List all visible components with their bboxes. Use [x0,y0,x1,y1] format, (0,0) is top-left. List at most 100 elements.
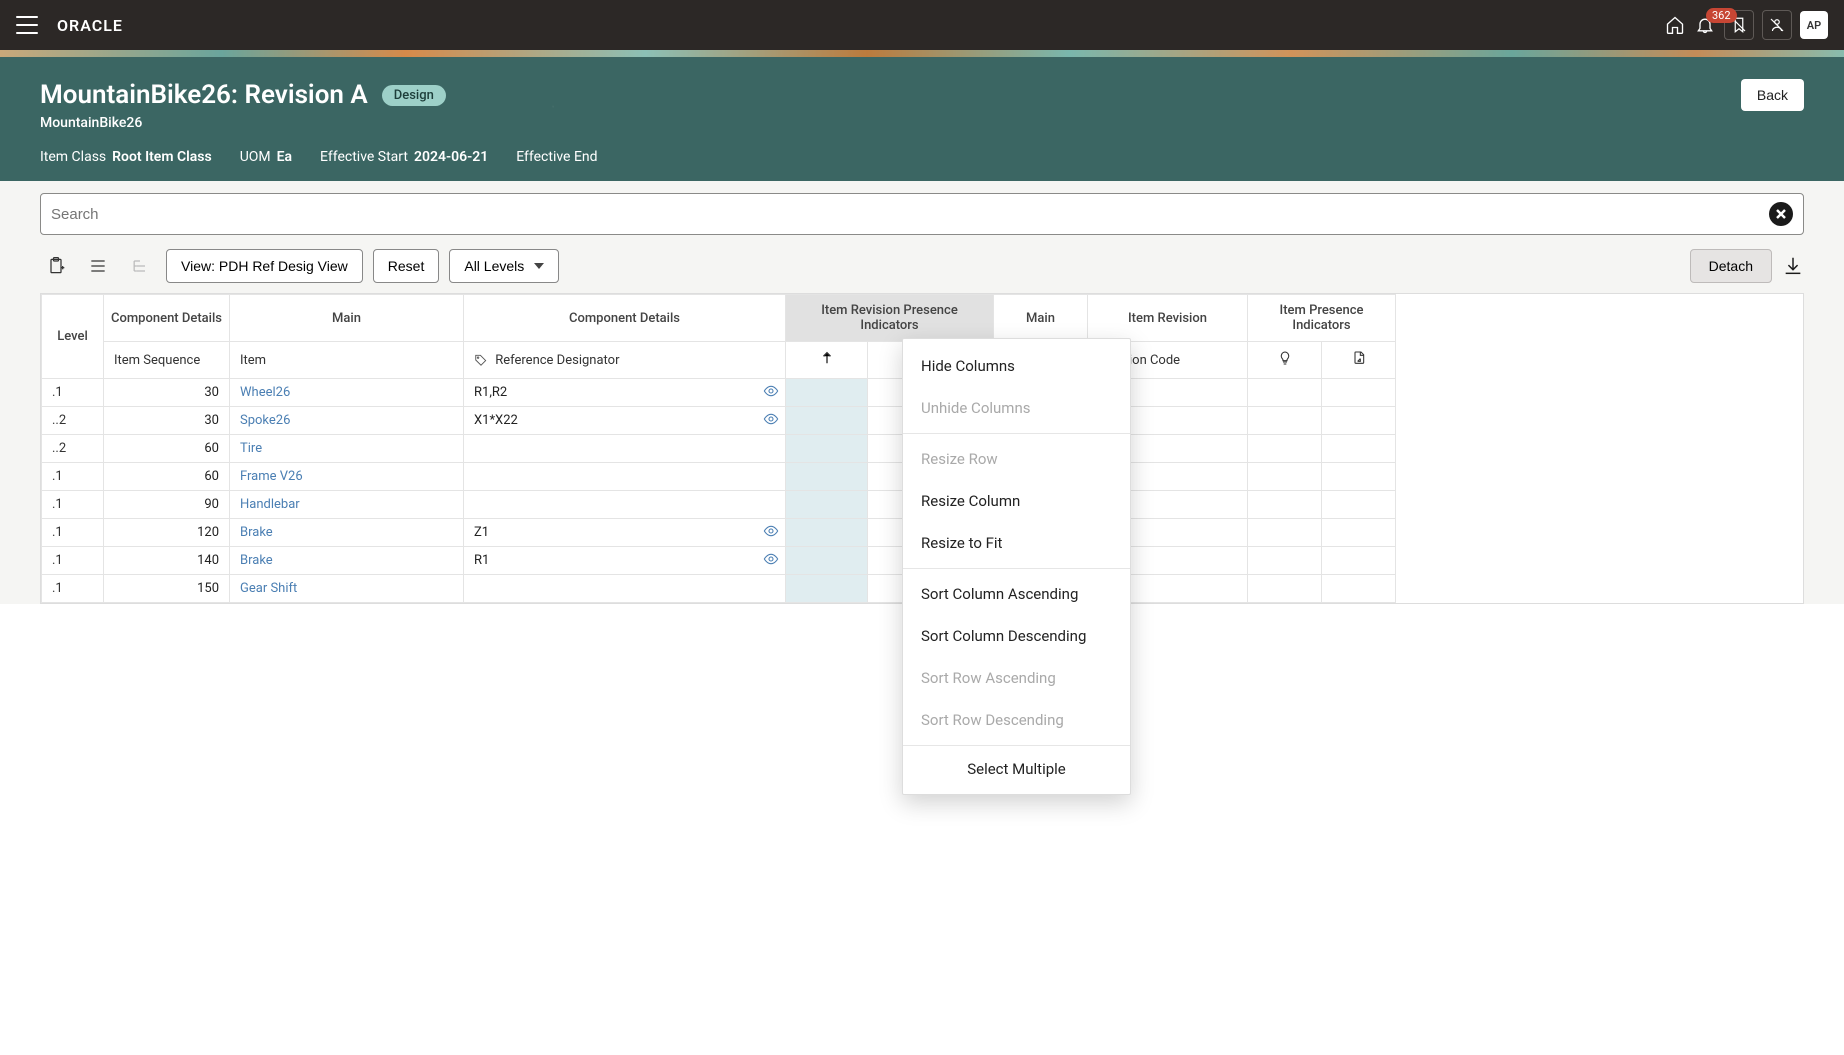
navbar: ORACLE 362 AP [0,0,1844,50]
cell-item: Frame V26 [230,463,464,491]
cell-level: .1 [42,547,104,575]
cell-level: .1 [42,575,104,603]
cm-sort-col-desc[interactable]: Sort Column Descending [903,615,1130,657]
search-input[interactable] [51,206,1769,223]
cell-item: Spoke26 [230,407,464,435]
table-row[interactable]: .190HandlebarA [42,491,1396,519]
detach-button[interactable]: Detach [1690,249,1772,283]
table-row[interactable]: .1140BrakeR1A [42,547,1396,575]
page-title: MountainBike26: Revision A [40,80,368,110]
clipboard-plus-icon[interactable] [40,249,72,283]
cell-presence-1 [1248,575,1322,603]
col-group-component-details[interactable]: Component Details [104,295,230,342]
cell-ref: R1,R2 [464,379,786,407]
cm-sort-col-asc[interactable]: Sort Column Ascending [903,573,1130,615]
avatar[interactable]: AP [1800,11,1828,39]
cell-item: Tire [230,435,464,463]
cell-indicator-1 [786,435,868,463]
cm-resize-column[interactable]: Resize Column [903,480,1130,522]
clear-search-icon[interactable] [1769,202,1793,226]
cell-sequence: 150 [104,575,230,603]
col-header-item[interactable]: Item [230,342,464,379]
cell-item: Brake [230,547,464,575]
cell-ref [464,491,786,519]
cell-level: .1 [42,519,104,547]
table-row[interactable]: ..230Spoke26X1*X22A [42,407,1396,435]
cell-indicator-1 [786,379,868,407]
table-row[interactable]: .130Wheel26R1,R2A [42,379,1396,407]
table-row[interactable]: .160Frame V26A [42,463,1396,491]
eye-icon[interactable] [763,523,779,539]
table-row[interactable]: .1120BrakeZ1A [42,519,1396,547]
arrow-up-icon [821,351,833,369]
cell-presence-2 [1322,463,1396,491]
back-button[interactable]: Back [1741,79,1804,111]
cell-presence-1 [1248,491,1322,519]
item-link[interactable]: Gear Shift [240,581,297,596]
eye-icon[interactable] [763,383,779,399]
meta-value: Root Item Class [112,149,212,165]
meta-row: Item Class Root Item Class UOM Ea Effect… [40,149,1804,165]
notifications-badge: 362 [1706,8,1737,23]
toolbar: View: PDH Ref Desig View Reset All Level… [40,249,1804,283]
col-header-sequence[interactable]: Item Sequence [104,342,230,379]
eye-icon[interactable] [763,411,779,427]
view-label: View: PDH Ref Desig View [181,258,348,274]
item-link[interactable]: Brake [240,525,273,540]
table-row[interactable]: .1150Gear ShiftA [42,575,1396,603]
eye-icon[interactable] [763,551,779,567]
cell-sequence: 60 [104,435,230,463]
col-header-level[interactable]: Level [42,295,104,379]
item-link[interactable]: Brake [240,553,273,568]
item-link[interactable]: Frame V26 [240,469,303,484]
col-group-main-2[interactable]: Main [994,295,1088,342]
cell-ref: X1*X22 [464,407,786,435]
tree-icon [124,249,156,283]
table-row[interactable]: ..260TireA [42,435,1396,463]
cell-presence-2 [1322,547,1396,575]
item-link[interactable]: Spoke26 [240,413,290,428]
col-header-presence-2[interactable] [1322,342,1396,379]
reset-button[interactable]: Reset [373,249,440,283]
col-group-item-revision[interactable]: Item Revision [1088,295,1248,342]
col-header-sort-asc[interactable] [786,342,868,379]
cm-resize-row: Resize Row [903,438,1130,480]
col-group-item-revision-presence[interactable]: Item Revision Presence Indicators [786,295,994,342]
col-group-component-details-2[interactable]: Component Details [464,295,786,342]
cell-presence-2 [1322,491,1396,519]
bookmark-user-off-icon[interactable] [1762,10,1792,40]
cm-resize-to-fit[interactable]: Resize to Fit [903,522,1130,564]
notifications-icon[interactable]: 362 [1694,14,1716,36]
search-bar [40,193,1804,235]
levels-dropdown[interactable]: All Levels [449,249,559,283]
cell-presence-2 [1322,435,1396,463]
cell-presence-2 [1322,379,1396,407]
status-badge: Design [382,85,446,106]
cell-presence-1 [1248,379,1322,407]
col-header-ref[interactable]: Reference Designator [464,342,786,379]
cell-indicator-1 [786,491,868,519]
cm-unhide-columns: Unhide Columns [903,387,1130,429]
cm-select-multiple[interactable]: Select Multiple [903,745,1130,788]
menu-icon[interactable] [16,16,38,34]
col-header-presence-1[interactable] [1248,342,1322,379]
list-icon[interactable] [82,249,114,283]
cell-indicator-1 [786,463,868,491]
item-link[interactable]: Wheel26 [240,385,290,400]
home-icon[interactable] [1664,14,1686,36]
cell-presence-1 [1248,547,1322,575]
item-link[interactable]: Handlebar [240,497,300,512]
cell-item: Wheel26 [230,379,464,407]
col-group-item-presence[interactable]: Item Presence Indicators [1248,295,1396,342]
cell-level: ..2 [42,407,104,435]
item-link[interactable]: Tire [240,441,262,456]
cm-hide-columns[interactable]: Hide Columns [903,345,1130,387]
download-icon[interactable] [1782,255,1804,277]
ref-header-text: Reference Designator [495,353,619,368]
cell-sequence: 60 [104,463,230,491]
cell-ref: Z1 [464,519,786,547]
meta-value: 2024-06-21 [414,149,488,165]
cell-presence-2 [1322,519,1396,547]
col-group-main[interactable]: Main [230,295,464,342]
view-button[interactable]: View: PDH Ref Desig View [166,249,363,283]
